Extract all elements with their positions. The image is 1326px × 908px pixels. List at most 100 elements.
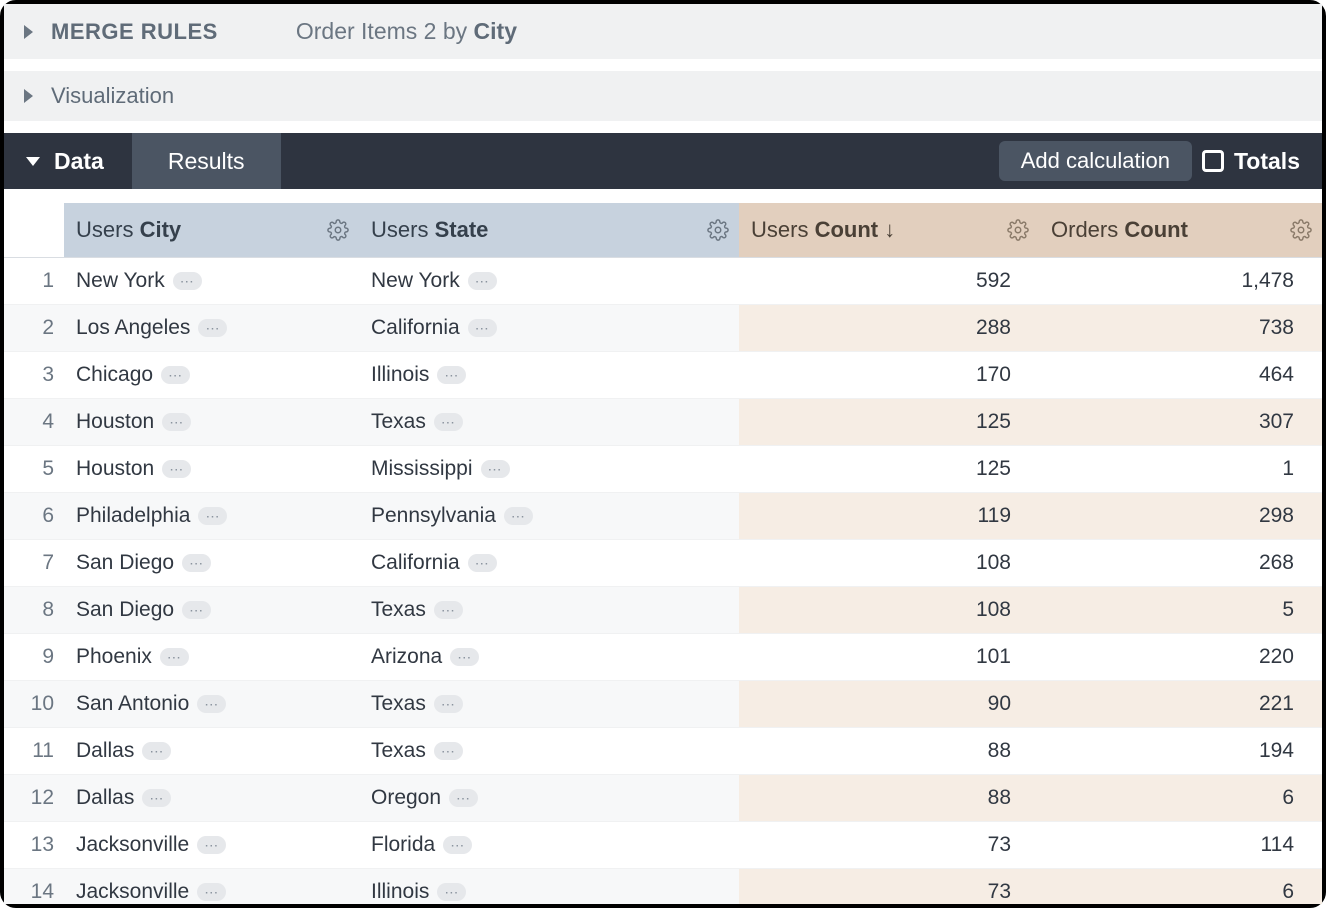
ellipsis-icon[interactable]: ⋯ (142, 742, 171, 760)
cell-state[interactable]: California⋯ (359, 305, 739, 352)
ellipsis-icon[interactable]: ⋯ (142, 789, 171, 807)
cell-state[interactable]: Texas⋯ (359, 587, 739, 634)
gear-icon[interactable] (707, 219, 729, 241)
visualization-section[interactable]: Visualization (4, 71, 1322, 121)
column-header-users-state[interactable]: Users State (359, 203, 739, 258)
ellipsis-icon[interactable]: ⋯ (198, 319, 227, 337)
cell-state[interactable]: California⋯ (359, 540, 739, 587)
ellipsis-icon[interactable]: ⋯ (182, 554, 211, 572)
cell-state[interactable]: Florida⋯ (359, 822, 739, 869)
cell-state[interactable]: New York⋯ (359, 258, 739, 305)
ellipsis-icon[interactable]: ⋯ (434, 601, 463, 619)
cell-users-count[interactable]: 101 (739, 634, 1039, 681)
table-row: 10San Antonio⋯Texas⋯90221 (4, 681, 1322, 728)
cell-users-count[interactable]: 88 (739, 775, 1039, 822)
cell-city[interactable]: Philadelphia⋯ (64, 493, 359, 540)
ellipsis-icon[interactable]: ⋯ (437, 883, 466, 901)
ellipsis-icon[interactable]: ⋯ (197, 836, 226, 854)
cell-state[interactable]: Arizona⋯ (359, 634, 739, 681)
gear-icon[interactable] (327, 219, 349, 241)
cell-users-count[interactable]: 170 (739, 352, 1039, 399)
cell-users-count[interactable]: 592 (739, 258, 1039, 305)
cell-users-count[interactable]: 73 (739, 869, 1039, 905)
cell-orders-count[interactable]: 5 (1039, 587, 1322, 634)
cell-state[interactable]: Texas⋯ (359, 681, 739, 728)
ellipsis-icon[interactable]: ⋯ (162, 460, 191, 478)
cell-users-count[interactable]: 88 (739, 728, 1039, 775)
column-header-users-city[interactable]: Users City (64, 203, 359, 258)
ellipsis-icon[interactable]: ⋯ (468, 272, 497, 290)
totals-toggle[interactable]: Totals (1202, 133, 1322, 189)
ellipsis-icon[interactable]: ⋯ (198, 507, 227, 525)
cell-city[interactable]: Houston⋯ (64, 399, 359, 446)
cell-state[interactable]: Texas⋯ (359, 399, 739, 446)
ellipsis-icon[interactable]: ⋯ (161, 366, 190, 384)
ellipsis-icon[interactable]: ⋯ (197, 883, 226, 901)
cell-orders-count[interactable]: 307 (1039, 399, 1322, 446)
ellipsis-icon[interactable]: ⋯ (160, 648, 189, 666)
cell-users-count[interactable]: 119 (739, 493, 1039, 540)
cell-users-count[interactable]: 90 (739, 681, 1039, 728)
add-calculation-button[interactable]: Add calculation (999, 141, 1192, 181)
ellipsis-icon[interactable]: ⋯ (162, 413, 191, 431)
gear-icon[interactable] (1007, 219, 1029, 241)
ellipsis-icon[interactable]: ⋯ (450, 648, 479, 666)
tab-results[interactable]: Results (132, 133, 281, 189)
cell-state[interactable]: Illinois⋯ (359, 869, 739, 905)
cell-orders-count[interactable]: 464 (1039, 352, 1322, 399)
cell-city[interactable]: Jacksonville⋯ (64, 822, 359, 869)
cell-city[interactable]: New York⋯ (64, 258, 359, 305)
cell-city[interactable]: Dallas⋯ (64, 728, 359, 775)
ellipsis-icon[interactable]: ⋯ (182, 601, 211, 619)
tab-data[interactable]: Data (4, 133, 132, 189)
cell-orders-count[interactable]: 114 (1039, 822, 1322, 869)
cell-users-count[interactable]: 125 (739, 399, 1039, 446)
cell-orders-count[interactable]: 268 (1039, 540, 1322, 587)
cell-city[interactable]: San Diego⋯ (64, 587, 359, 634)
cell-city[interactable]: Dallas⋯ (64, 775, 359, 822)
cell-users-count[interactable]: 288 (739, 305, 1039, 352)
cell-city[interactable]: San Antonio⋯ (64, 681, 359, 728)
cell-users-count[interactable]: 125 (739, 446, 1039, 493)
ellipsis-icon[interactable]: ⋯ (437, 366, 466, 384)
cell-city[interactable]: Houston⋯ (64, 446, 359, 493)
cell-orders-count[interactable]: 221 (1039, 681, 1322, 728)
cell-users-count[interactable]: 108 (739, 540, 1039, 587)
cell-orders-count[interactable]: 298 (1039, 493, 1322, 540)
cell-city[interactable]: Phoenix⋯ (64, 634, 359, 681)
gear-icon[interactable] (1290, 219, 1312, 241)
cell-users-count[interactable]: 108 (739, 587, 1039, 634)
ellipsis-icon[interactable]: ⋯ (197, 695, 226, 713)
cell-orders-count[interactable]: 6 (1039, 775, 1322, 822)
ellipsis-icon[interactable]: ⋯ (449, 789, 478, 807)
ellipsis-icon[interactable]: ⋯ (468, 319, 497, 337)
totals-checkbox[interactable] (1202, 150, 1224, 172)
cell-state[interactable]: Oregon⋯ (359, 775, 739, 822)
cell-orders-count[interactable]: 738 (1039, 305, 1322, 352)
cell-city[interactable]: Chicago⋯ (64, 352, 359, 399)
cell-orders-count[interactable]: 194 (1039, 728, 1322, 775)
cell-state[interactable]: Illinois⋯ (359, 352, 739, 399)
ellipsis-icon[interactable]: ⋯ (443, 836, 472, 854)
merge-rules-section[interactable]: MERGE RULES Order Items 2 by City (4, 4, 1322, 59)
cell-orders-count[interactable]: 220 (1039, 634, 1322, 681)
cell-orders-count[interactable]: 1 (1039, 446, 1322, 493)
ellipsis-icon[interactable]: ⋯ (481, 460, 510, 478)
cell-orders-count[interactable]: 6 (1039, 869, 1322, 905)
ellipsis-icon[interactable]: ⋯ (434, 695, 463, 713)
ellipsis-icon[interactable]: ⋯ (434, 413, 463, 431)
cell-city[interactable]: Los Angeles⋯ (64, 305, 359, 352)
cell-state[interactable]: Pennsylvania⋯ (359, 493, 739, 540)
ellipsis-icon[interactable]: ⋯ (504, 507, 533, 525)
column-header-users-count[interactable]: Users Count ↓ (739, 203, 1039, 258)
cell-state[interactable]: Texas⋯ (359, 728, 739, 775)
cell-state[interactable]: Mississippi⋯ (359, 446, 739, 493)
ellipsis-icon[interactable]: ⋯ (434, 742, 463, 760)
column-header-orders-count[interactable]: Orders Count (1039, 203, 1322, 258)
ellipsis-icon[interactable]: ⋯ (468, 554, 497, 572)
cell-city[interactable]: Jacksonville⋯ (64, 869, 359, 905)
cell-users-count[interactable]: 73 (739, 822, 1039, 869)
cell-orders-count[interactable]: 1,478 (1039, 258, 1322, 305)
ellipsis-icon[interactable]: ⋯ (173, 272, 202, 290)
cell-city[interactable]: San Diego⋯ (64, 540, 359, 587)
